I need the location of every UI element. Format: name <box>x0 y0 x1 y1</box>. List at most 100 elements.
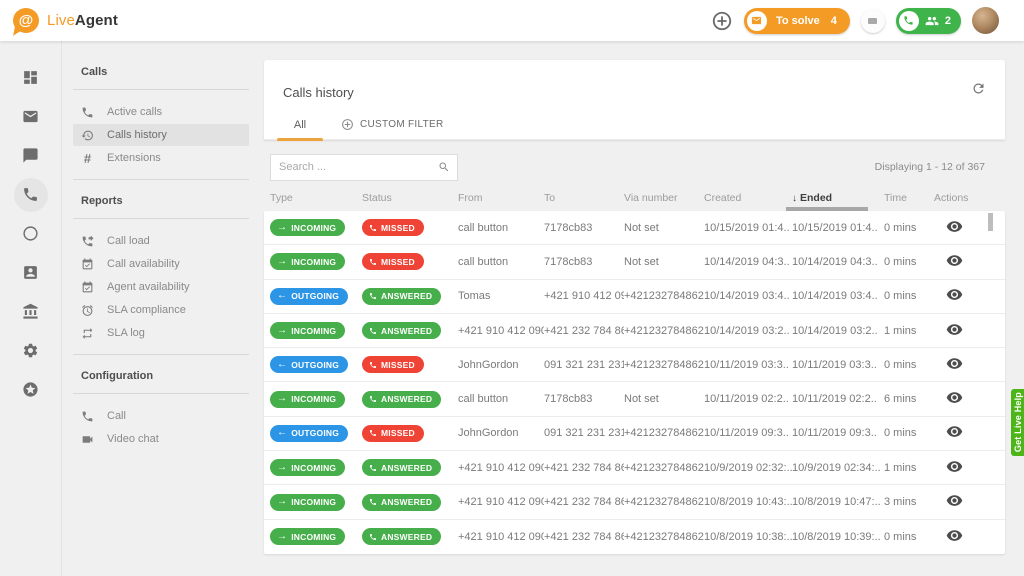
nav-item-call-load[interactable]: Call load <box>73 230 249 252</box>
vertical-scrollbar[interactable] <box>988 213 993 231</box>
user-avatar[interactable] <box>972 7 999 34</box>
rail-item-academy[interactable] <box>11 370 51 409</box>
cell-from: call button <box>458 255 509 268</box>
rail-item-dashboard[interactable] <box>11 58 51 97</box>
search-input[interactable] <box>271 161 430 173</box>
direction-arrow-icon: ← <box>277 290 288 302</box>
column-header-created[interactable]: Created <box>704 192 792 204</box>
rail-item-social[interactable] <box>11 214 51 253</box>
direction-arrow-icon: ← <box>277 427 288 439</box>
get-live-help-button[interactable]: Get Live Help <box>1011 389 1024 456</box>
chats-button[interactable] <box>860 8 885 33</box>
table-row[interactable]: → INCOMING ANSWERED +421 910 412 090 +421… <box>264 314 1005 349</box>
table-row[interactable]: → INCOMING MISSED call button 7178cb83 No… <box>264 211 1005 246</box>
view-call-button[interactable] <box>934 423 963 440</box>
phone-icon <box>82 411 93 421</box>
cell-created: 10/8/2019 10:38:.. <box>704 530 792 543</box>
dashboard-icon <box>24 71 37 84</box>
phone-icon <box>370 224 376 231</box>
brand-name: LiveAgent <box>47 12 118 29</box>
view-call-button[interactable] <box>934 458 963 475</box>
eye-icon <box>946 323 963 335</box>
cell-to: +421 232 784 862 <box>544 324 624 337</box>
type-badge-label: INCOMING <box>291 325 337 336</box>
table-row[interactable]: → INCOMING MISSED call button 7178cb83 No… <box>264 245 1005 280</box>
view-call-button[interactable] <box>934 286 963 303</box>
search-button[interactable] <box>430 155 457 180</box>
nav-item-calls-history[interactable]: Calls history <box>73 124 249 146</box>
cell-created: 10/14/2019 03:2.. <box>704 324 790 337</box>
refresh-button[interactable] <box>971 81 986 96</box>
nav-item-call-availability[interactable]: Call availability <box>73 253 249 275</box>
cell-from: JohnGordon <box>458 358 519 371</box>
rail-item-contacts[interactable] <box>11 253 51 292</box>
divider <box>73 354 249 355</box>
status-badge: MISSED <box>362 253 424 271</box>
divider <box>73 179 249 180</box>
call-status-button[interactable]: 2 <box>895 7 961 34</box>
eye-icon <box>946 289 963 301</box>
status-badge-label: ANSWERED <box>381 497 433 508</box>
status-badge-label: ANSWERED <box>381 531 433 542</box>
cell-time: 3 mins <box>884 496 917 509</box>
table-row[interactable]: → INCOMING ANSWERED call button 7178cb83 … <box>264 382 1005 417</box>
tab-custom-filter[interactable]: CUSTOM FILTER <box>341 110 444 140</box>
nav-item-sla-compliance[interactable]: SLA compliance <box>73 299 249 321</box>
add-button[interactable] <box>711 10 733 32</box>
calendar-check-icon <box>82 281 93 292</box>
column-header-actions: Actions <box>934 192 969 204</box>
column-header-to[interactable]: To <box>544 192 624 204</box>
rail-item-companies[interactable] <box>11 292 51 331</box>
nav-item-video-chat[interactable]: Video chat <box>73 428 249 450</box>
cell-from: JohnGordon <box>458 427 519 440</box>
pagination-status: Displaying 1 - 12 of 367 <box>874 161 985 173</box>
column-header-type[interactable]: Type <box>270 192 362 204</box>
cell-time: 1 mins <box>884 324 917 337</box>
nav-item-extensions[interactable]: # Extensions <box>73 147 249 169</box>
cell-created: 10/14/2019 03:4.. <box>704 290 790 303</box>
view-call-button[interactable] <box>934 218 963 235</box>
nav-item-agent-availability[interactable]: Agent availability <box>73 276 249 298</box>
view-call-button[interactable] <box>934 252 963 269</box>
star-circle-icon <box>23 382 38 397</box>
rail-item-settings[interactable] <box>11 331 51 370</box>
view-call-button[interactable] <box>934 527 963 544</box>
nav-item-active-calls[interactable]: Active calls <box>73 101 249 123</box>
column-header-from[interactable]: From <box>458 192 544 204</box>
top-bar: @ LiveAgent To solve 4 2 <box>0 0 1024 41</box>
calls-table: → INCOMING MISSED call button 7178cb83 No… <box>264 211 1005 554</box>
column-header-via[interactable]: Via number <box>624 192 704 204</box>
direction-arrow-icon: → <box>277 324 288 336</box>
column-header-status[interactable]: Status <box>362 192 458 204</box>
phone-icon <box>370 499 376 506</box>
table-row[interactable]: ← OUTGOING ANSWERED Tomas +421 910 412 09… <box>264 280 1005 314</box>
nav-item-call-config[interactable]: Call <box>73 405 249 427</box>
table-row[interactable]: ← OUTGOING MISSED JohnGordon 091 321 231 … <box>264 348 1005 383</box>
rail-item-tickets[interactable] <box>11 97 51 136</box>
to-solve-button[interactable]: To solve 4 <box>743 7 850 34</box>
nav-item-sla-log[interactable]: SLA log <box>73 322 249 344</box>
divider <box>73 218 249 219</box>
rail-item-calls[interactable] <box>11 175 51 214</box>
view-call-button[interactable] <box>934 355 963 372</box>
rail-item-chats[interactable] <box>11 136 51 175</box>
view-call-button[interactable] <box>934 321 963 338</box>
table-row[interactable]: → INCOMING ANSWERED +421 910 412 090 +421… <box>264 520 1005 554</box>
table-row[interactable]: ← OUTGOING MISSED JohnGordon 091 321 231 … <box>264 417 1005 452</box>
liveagent-logo[interactable]: @ LiveAgent <box>13 8 118 33</box>
main-content: Calls history All CUSTOM FILTER Displayi… <box>261 41 1024 576</box>
column-header-ended[interactable]: ↓ Ended <box>786 192 884 211</box>
tab-all[interactable]: All <box>272 110 328 141</box>
column-header-time[interactable]: Time <box>884 192 934 204</box>
refresh-icon <box>973 83 984 94</box>
type-badge-label: INCOMING <box>291 222 337 233</box>
table-row[interactable]: → INCOMING ANSWERED +421 910 412 090 +421… <box>264 451 1005 486</box>
table-row[interactable]: → INCOMING ANSWERED +421 910 412 090 +421… <box>264 485 1005 520</box>
view-call-button[interactable] <box>934 492 963 509</box>
cell-time: 0 mins <box>884 530 917 543</box>
type-badge-label: INCOMING <box>291 497 337 508</box>
view-call-button[interactable] <box>934 389 963 406</box>
status-badge-label: ANSWERED <box>381 462 433 473</box>
status-badge-label: MISSED <box>381 359 415 370</box>
type-badge-label: OUTGOING <box>291 428 340 439</box>
